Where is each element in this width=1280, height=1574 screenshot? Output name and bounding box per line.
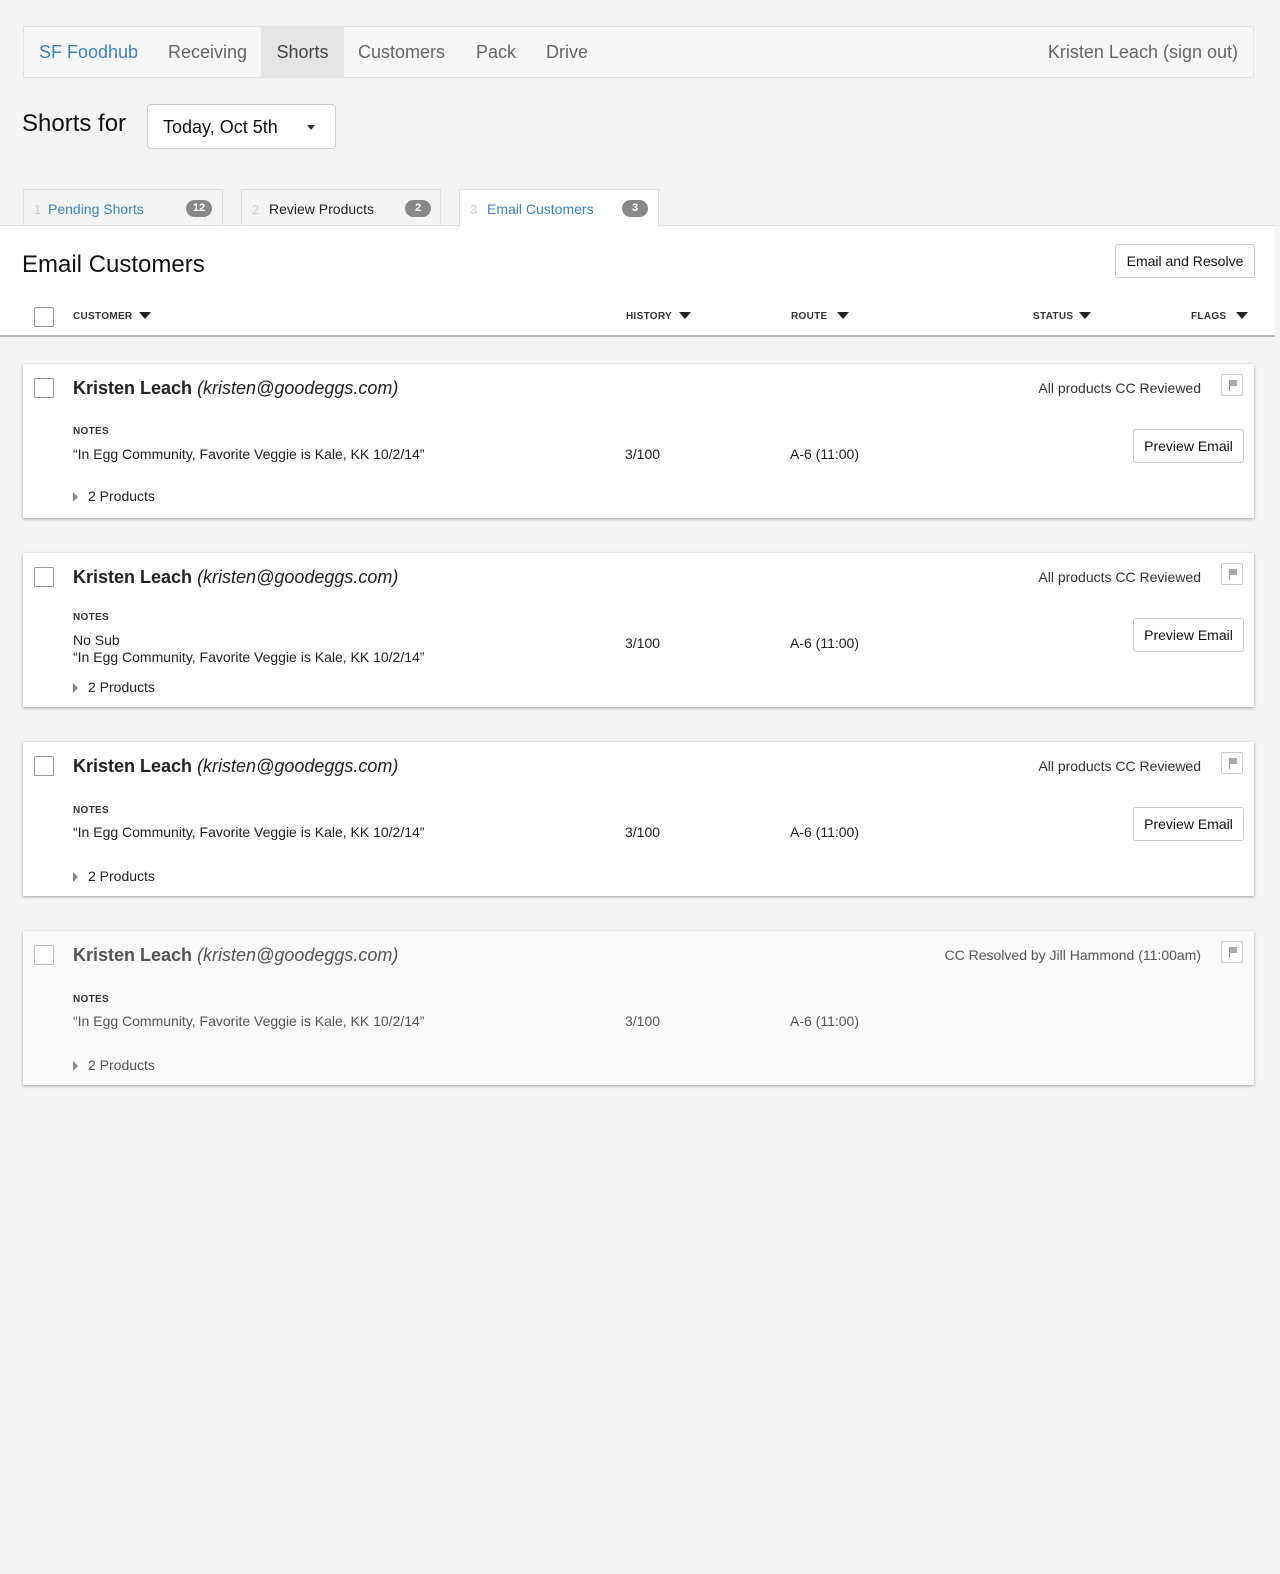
preview-email-button[interactable]: Preview Email [1133, 807, 1244, 841]
customer-note: “In Egg Community, Favorite Veggie is Ka… [73, 1013, 425, 1029]
caret-right-icon [73, 872, 78, 882]
customer-card: Kristen Leach (kristen@goodeggs.com) All… [23, 742, 1254, 896]
customer-note: “In Egg Community, Favorite Veggie is Ka… [73, 824, 425, 840]
notes-label: NOTES [73, 805, 109, 816]
customer-note-sub: No Sub [73, 632, 120, 648]
status-text: All products CC Reviewed [1038, 758, 1201, 774]
caret-right-icon [73, 683, 78, 693]
row-checkbox[interactable] [34, 756, 54, 776]
nav-item-receiving[interactable]: Receiving [168, 27, 247, 77]
customer-card: Kristen Leach (kristen@goodeggs.com) All… [23, 553, 1254, 707]
notes-label: NOTES [73, 994, 109, 1005]
column-header-flags[interactable]: FLAGS [1191, 311, 1226, 322]
customer-note: “In Egg Community, Favorite Veggie is Ka… [73, 446, 425, 462]
shorts-for-label: Shorts for [22, 110, 127, 137]
sort-arrow-icon[interactable] [837, 312, 849, 319]
customer-note: “In Egg Community, Favorite Veggie is Ka… [73, 649, 425, 665]
customer-name: Kristen Leach (kristen@goodeggs.com) [73, 567, 399, 587]
customer-card-resolved: Kristen Leach (kristen@goodeggs.com) CC … [23, 931, 1254, 1085]
column-header-route[interactable]: ROUTE [791, 311, 828, 322]
route-value: A-6 (11:00) [790, 635, 859, 651]
history-value: 3/100 [625, 446, 661, 462]
customer-name: Kristen Leach (kristen@goodeggs.com) [73, 378, 399, 398]
caret-right-icon [73, 492, 78, 502]
panel-title: Email Customers [22, 251, 205, 278]
products-toggle[interactable]: 2 Products [73, 1057, 155, 1073]
caret-down-icon [307, 125, 315, 130]
email-customers-panel: Email Customers Email and Resolve CUSTOM… [0, 225, 1275, 337]
route-value: A-6 (11:00) [790, 1013, 859, 1029]
tab-review-products[interactable]: 2 Review Products 2 [241, 189, 441, 226]
status-text: All products CC Reviewed [1038, 380, 1201, 396]
row-checkbox[interactable] [34, 378, 54, 398]
brand-link[interactable]: SF Foodhub [39, 27, 138, 77]
column-header-history[interactable]: HISTORY [626, 311, 672, 322]
tab-label: Review Products [269, 201, 375, 217]
customer-name: Kristen Leach (kristen@goodeggs.com) [73, 945, 399, 965]
customer-card: Kristen Leach (kristen@goodeggs.com) All… [23, 364, 1254, 518]
route-value: A-6 (11:00) [790, 446, 859, 462]
select-all-checkbox[interactable] [34, 307, 54, 327]
products-toggle[interactable]: 2 Products [73, 488, 155, 504]
history-value: 3/100 [625, 1013, 661, 1029]
column-header-status[interactable]: STATUS [1033, 311, 1073, 322]
sort-arrow-icon[interactable] [1236, 312, 1248, 319]
status-text: CC Resolved by Jill Hammond (11:00am) [944, 947, 1202, 963]
count-badge: 3 [622, 200, 648, 217]
products-toggle[interactable]: 2 Products [73, 679, 155, 695]
user-sign-out-link[interactable]: Kristen Leach (sign out) [1048, 27, 1238, 77]
tab-label: Pending Shorts [48, 201, 144, 217]
route-value: A-6 (11:00) [790, 824, 859, 840]
flag-icon[interactable] [1221, 941, 1243, 963]
status-text: All products CC Reviewed [1038, 569, 1201, 585]
tab-email-customers[interactable]: 3 Email Customers 3 [459, 189, 659, 227]
flag-icon[interactable] [1221, 752, 1243, 774]
email-and-resolve-button[interactable]: Email and Resolve [1115, 244, 1255, 278]
caret-right-icon [73, 1061, 78, 1071]
history-value: 3/100 [625, 824, 661, 840]
history-value: 3/100 [625, 635, 661, 651]
sort-arrow-icon[interactable] [1079, 312, 1091, 319]
tab-number: 1 [34, 202, 42, 217]
customer-name: Kristen Leach (kristen@goodeggs.com) [73, 756, 399, 776]
nav-item-drive[interactable]: Drive [546, 27, 588, 77]
preview-email-button[interactable]: Preview Email [1133, 429, 1244, 463]
nav-item-shorts[interactable]: Shorts [261, 27, 344, 77]
date-select[interactable]: Today, Oct 5th [147, 104, 336, 149]
column-header-customer[interactable]: CUSTOMER [73, 311, 132, 322]
notes-label: NOTES [73, 612, 109, 623]
count-badge: 12 [186, 200, 212, 217]
tab-number: 3 [470, 202, 478, 217]
sort-arrow-icon[interactable] [139, 312, 151, 319]
sort-arrow-icon[interactable] [679, 312, 691, 319]
tab-label: Email Customers [487, 201, 594, 217]
row-checkbox[interactable] [34, 567, 54, 587]
tab-number: 2 [252, 202, 260, 217]
top-nav: SF Foodhub Receiving Shorts Customers Pa… [23, 26, 1254, 78]
nav-item-customers[interactable]: Customers [358, 27, 445, 77]
count-badge: 2 [405, 200, 431, 217]
flag-icon[interactable] [1221, 563, 1243, 585]
notes-label: NOTES [73, 426, 109, 437]
row-checkbox[interactable] [34, 945, 54, 965]
tab-pending-shorts[interactable]: 1 Pending Shorts 12 [23, 189, 223, 226]
date-select-value: Today, Oct 5th [163, 117, 278, 137]
nav-item-pack[interactable]: Pack [476, 27, 516, 77]
products-toggle[interactable]: 2 Products [73, 868, 155, 884]
flag-icon[interactable] [1221, 374, 1243, 396]
preview-email-button[interactable]: Preview Email [1133, 618, 1244, 652]
